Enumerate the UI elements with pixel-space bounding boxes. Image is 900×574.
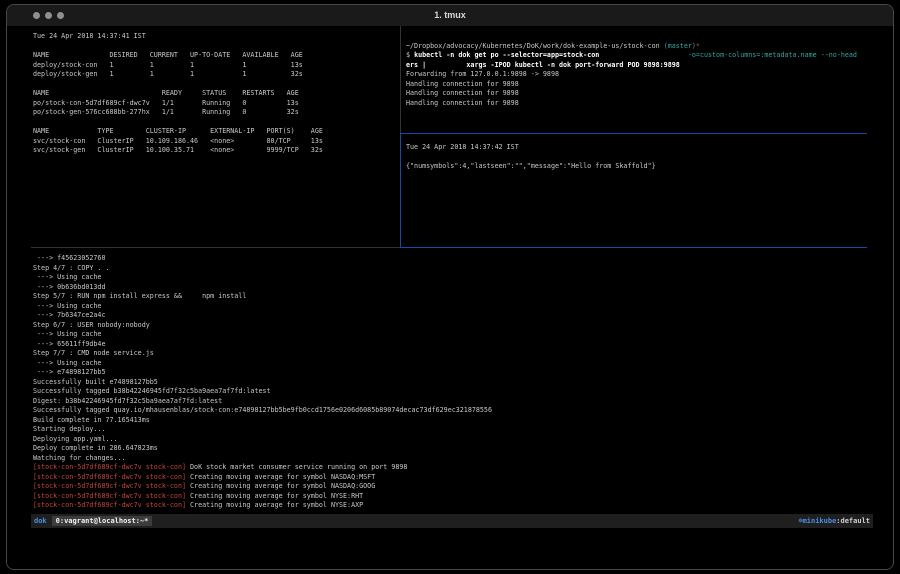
terminal-line: Step 6/7 : USER nobody:nobody xyxy=(33,321,863,331)
terminal-line: Tue 24 Apr 2018 14:37:42 IST xyxy=(406,143,868,153)
terminal-line: ---> 7b6347ce2a4c xyxy=(33,311,863,321)
terminal-line: svc/stock-con ClusterIP 10.109.186.46 <n… xyxy=(33,137,393,147)
pane-skaffold-response[interactable]: Tue 24 Apr 2018 14:37:42 IST {"numsymbols… xyxy=(406,143,868,172)
terminal-line: Digest: b38b42246945fd7f32c5ba9aea7af7fd… xyxy=(33,397,863,407)
pane-divider-vertical-top[interactable] xyxy=(400,26,401,133)
pane-divider-right-middle[interactable] xyxy=(400,133,867,134)
kube-namespace: :default xyxy=(836,517,870,525)
terminal-line: deploy/stock-con 1 1 1 1 13s xyxy=(33,61,393,71)
terminal-line: [stock-con-5d7df689cf-dwc7v stock-con] D… xyxy=(33,463,863,473)
pane-divider-bottom-right[interactable] xyxy=(400,247,867,248)
terminal-line: Starting deploy... xyxy=(33,425,863,435)
terminal-line: Successfully tagged quay.io/mhausenblas/… xyxy=(33,406,863,416)
terminal-line: Step 5/7 : RUN npm install express && np… xyxy=(33,292,863,302)
terminal-line: ---> Using cache xyxy=(33,359,863,369)
terminal-line: NAME DESIRED CURRENT UP-TO-DATE AVAILABL… xyxy=(33,51,393,61)
terminal-line: [stock-con-5d7df689cf-dwc7v stock-con] C… xyxy=(33,482,863,492)
terminal-line xyxy=(33,42,393,52)
terminal-line: ---> e74898127bb5 xyxy=(33,368,863,378)
terminal-line xyxy=(33,80,393,90)
tmux-session: Tue 24 Apr 2018 14:37:41 IST NAME DESIRED… xyxy=(7,26,893,569)
terminal-line: $ kubectl -n dok get po --selector=app=s… xyxy=(406,51,868,61)
kube-context: minikube xyxy=(803,517,837,525)
terminal-line: po/stock-gen-576cc688bb-277hx 1/1 Runnin… xyxy=(33,108,393,118)
terminal-line xyxy=(33,118,393,128)
terminal-line: [stock-con-5d7df689cf-dwc7v stock-con] C… xyxy=(33,501,863,511)
status-right: ☸ minikube :default xyxy=(798,517,870,525)
terminal-line: deploy/stock-gen 1 1 1 1 32s xyxy=(33,70,393,80)
terminal-line: ---> Using cache xyxy=(33,273,863,283)
terminal-line: Step 7/7 : CMD node service.js xyxy=(33,349,863,359)
terminal-line: ---> Using cache xyxy=(33,302,863,312)
pane-divider-vertical-active[interactable] xyxy=(400,133,401,248)
pane-kubectl-overview[interactable]: Tue 24 Apr 2018 14:37:41 IST NAME DESIRED… xyxy=(33,32,393,156)
terminal-line: ---> 65611ff9db4e xyxy=(33,340,863,350)
session-name: dok xyxy=(34,517,47,525)
terminal-line: svc/stock-gen ClusterIP 10.100.35.71 <no… xyxy=(33,146,393,156)
terminal-line: ~/Dropbox/advocacy/Kubernetes/DoK/work/d… xyxy=(406,42,868,52)
terminal-line: [stock-con-5d7df689cf-dwc7v stock-con] C… xyxy=(33,492,863,502)
terminal-line: Forwarding from 127.0.0.1:9898 -> 9898 xyxy=(406,70,868,80)
terminal-line: {"numsymbols":4,"lastseen":"","message":… xyxy=(406,162,868,172)
tmux-status-bar: dok 0:vagrant@localhost:~* ☸ minikube :d… xyxy=(31,514,873,528)
terminal-line: Handling connection for 9898 xyxy=(406,89,868,99)
terminal-line: NAME TYPE CLUSTER-IP EXTERNAL-IP PORT(S)… xyxy=(33,127,393,137)
window-title: 1. tmux xyxy=(7,10,893,20)
title-bar: 1. tmux xyxy=(7,5,893,27)
terminal-line: ---> 0b636bd013dd xyxy=(33,283,863,293)
terminal-line: ---> f45623052760 xyxy=(33,254,863,264)
terminal-line: Successfully built e74898127bb5 xyxy=(33,378,863,388)
terminal-line: Handling connection for 9898 xyxy=(406,80,868,90)
terminal-line: NAME READY STATUS RESTARTS AGE xyxy=(33,89,393,99)
terminal-window: 1. tmux Tue 24 Apr 2018 14:37:41 IST NAME… xyxy=(6,4,894,570)
terminal-line: Handling connection for 9898 xyxy=(406,99,868,109)
window-tab[interactable]: 0:vagrant@localhost:~* xyxy=(52,516,153,526)
terminal-line: Deploy complete in 286.647823ms xyxy=(33,444,863,454)
pane-build-log[interactable]: ---> f45623052760Step 4/7 : COPY . . ---… xyxy=(33,254,863,511)
pane-divider-bottom-left[interactable] xyxy=(31,247,400,248)
terminal-line xyxy=(406,32,868,42)
terminal-line: Successfully tagged b38b42246945fd7f32c5… xyxy=(33,387,863,397)
terminal-line: po/stock-con-5d7df689cf-dwc7v 1/1 Runnin… xyxy=(33,99,393,109)
terminal-line: [stock-con-5d7df689cf-dwc7v stock-con] C… xyxy=(33,473,863,483)
terminal-line: Deploying app.yaml... xyxy=(33,435,863,445)
terminal-line xyxy=(406,153,868,163)
terminal-line: Step 4/7 : COPY . . xyxy=(33,264,863,274)
terminal-line: ---> Using cache xyxy=(33,330,863,340)
terminal-line: Build complete in 77.165413ms xyxy=(33,416,863,426)
terminal-line: ers | xargs -IPOD kubectl -n dok port-fo… xyxy=(406,61,868,71)
terminal-line: Tue 24 Apr 2018 14:37:41 IST xyxy=(33,32,393,42)
pane-port-forward[interactable]: ~/Dropbox/advocacy/Kubernetes/DoK/work/d… xyxy=(406,32,868,108)
terminal-line: Watching for changes... xyxy=(33,454,863,464)
